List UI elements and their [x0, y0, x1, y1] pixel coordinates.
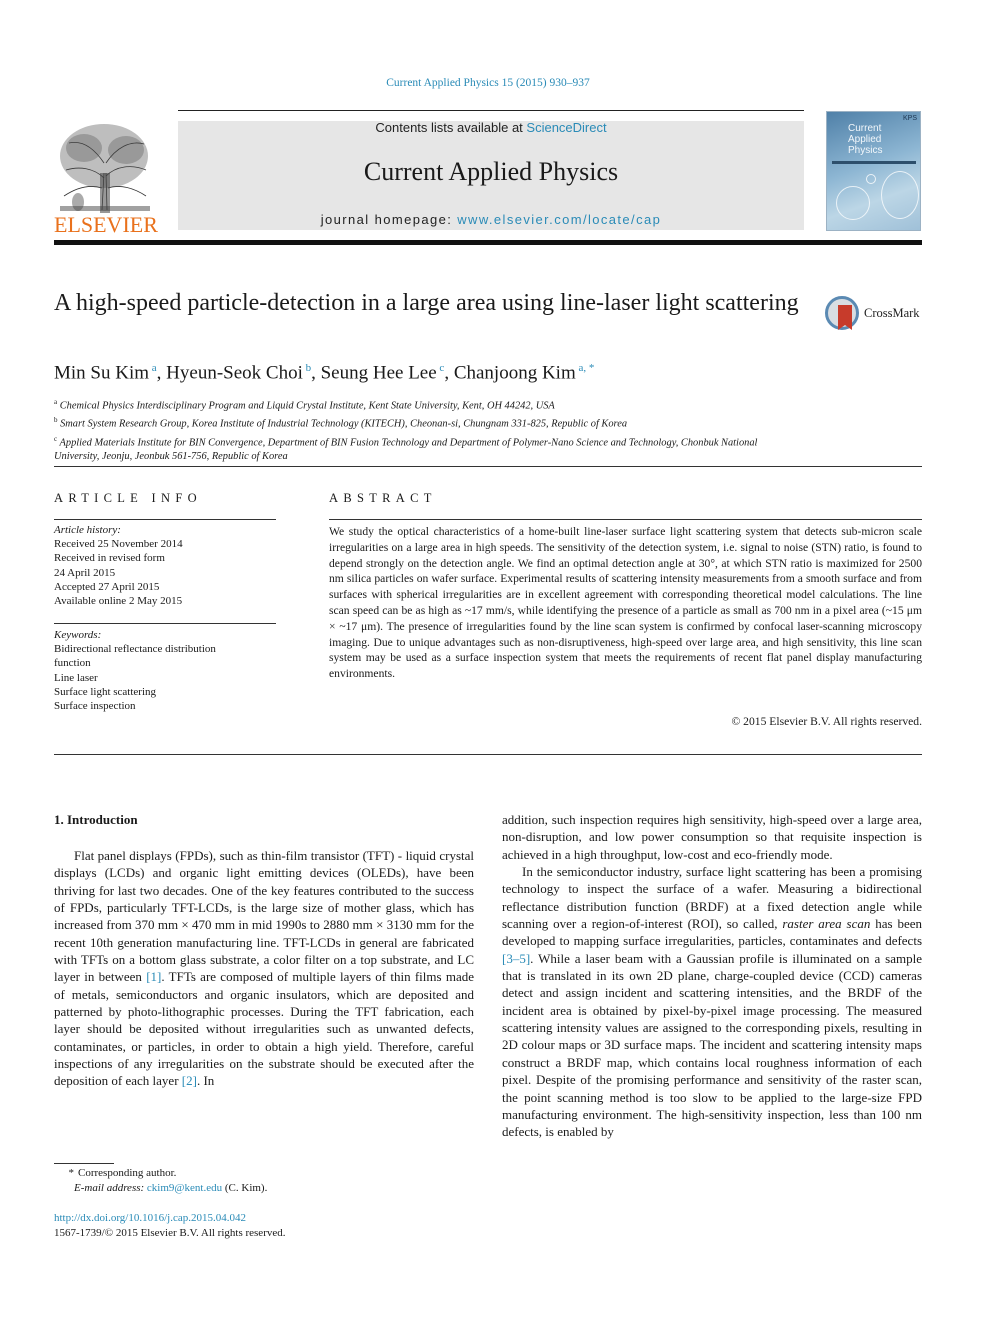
keywords-label: Keywords:: [54, 629, 102, 641]
body-paragraph: Flat panel displays (FPDs), such as thin…: [54, 848, 474, 1089]
body-divider: [54, 754, 922, 755]
email-note: E-mail address: ckim9@kent.edu (C. Kim).: [74, 1182, 268, 1194]
keyword-item: Surface inspection: [54, 700, 136, 713]
journal-homepage-line: journal homepage: www.elsevier.com/locat…: [178, 212, 804, 227]
keywords-divider: [54, 623, 276, 624]
issn-copyright: 1567-1739/© 2015 Elsevier B.V. All right…: [54, 1227, 286, 1239]
doi-block: http://dx.doi.org/10.1016/j.cap.2015.04.…: [54, 1211, 474, 1241]
article-info-divider: [54, 519, 276, 520]
footnotes: * Corresponding author. E-mail address: c…: [54, 1166, 474, 1196]
cover-bubble-decoration: [836, 186, 870, 220]
author-name[interactable]: Seung Hee Lee: [321, 362, 437, 383]
journal-cover-image[interactable]: KPS Current Applied Physics: [826, 111, 921, 231]
contents-available-line: Contents lists available at ScienceDirec…: [178, 120, 804, 135]
cover-bubble-decoration: [881, 171, 919, 219]
keyword-item: Surface light scattering: [54, 685, 157, 698]
affiliations: a Chemical Physics Interdisciplinary Pro…: [54, 395, 924, 464]
history-item: Available online 2 May 2015: [54, 595, 183, 608]
body-column-left: Flat panel displays (FPDs), such as thin…: [54, 847, 474, 1090]
author-separator: ,: [156, 362, 167, 384]
history-item: Received in revised form: [54, 552, 165, 565]
reference-link[interactable]: [2]: [182, 1073, 197, 1088]
affiliation-item: a Chemical Physics Interdisciplinary Pro…: [54, 398, 555, 412]
abstract-heading: ABSTRACT: [329, 491, 437, 505]
abstract-divider: [329, 519, 922, 520]
body-paragraph: In the semiconductor industry, surface l…: [502, 864, 922, 1140]
author-list: Min Su Kim a, Hyeun-Seok Choi b, Seung H…: [54, 362, 594, 384]
keywords: Keywords: Bidirectional reflectance dist…: [54, 628, 279, 713]
header-thick-divider: [54, 240, 922, 245]
corresponding-author-note: * Corresponding author.: [68, 1167, 177, 1179]
abstract-copyright: © 2015 Elsevier B.V. All rights reserved…: [731, 715, 922, 728]
journal-homepage-link[interactable]: www.elsevier.com/locate/cap: [457, 212, 661, 227]
body-paragraph: addition, such inspection requires high …: [502, 812, 922, 862]
affiliation-divider: [54, 466, 922, 467]
cover-title-line: Current: [848, 123, 882, 134]
body-column-right: addition, such inspection requires high …: [502, 811, 922, 1141]
cover-title: Current Applied Physics: [848, 123, 882, 156]
article-info-heading: ARTICLE INFO: [54, 491, 202, 505]
abstract-text: We study the optical characteristics of …: [329, 525, 922, 681]
emphasis-term: raster area scan: [782, 916, 871, 932]
email-link[interactable]: ckim9@kent.edu: [147, 1182, 222, 1194]
author-name[interactable]: Chanjoong Kim: [454, 362, 576, 383]
crossmark-button[interactable]: CrossMark: [825, 296, 925, 336]
footnote-divider: [54, 1163, 114, 1164]
journal-name: Current Applied Physics: [363, 157, 619, 186]
section-heading-introduction: 1. Introduction: [54, 812, 138, 827]
journal-citation-link[interactable]: Current Applied Physics 15 (2015) 930–93…: [0, 77, 976, 89]
history-item: Accepted 27 April 2015: [54, 580, 160, 593]
keyword-item: Line laser: [54, 671, 98, 684]
elsevier-wordmark: ELSEVIER: [54, 212, 158, 237]
affiliation-item: b Smart System Research Group, Korea Ins…: [54, 416, 628, 430]
cover-title-line: Physics: [848, 145, 883, 156]
crossmark-icon: [825, 296, 859, 330]
history-item: 24 April 2015: [54, 566, 116, 579]
doi-link[interactable]: http://dx.doi.org/10.1016/j.cap.2015.04.…: [54, 1212, 246, 1224]
article-history: Article history: Received 25 November 20…: [54, 523, 279, 608]
affiliation-ref[interactable]: a, *: [578, 362, 594, 374]
article-history-label: Article history:: [54, 524, 121, 536]
cover-subtitle-band: [832, 161, 916, 164]
author-separator: ,: [444, 362, 454, 384]
cover-title-line: Applied: [848, 134, 882, 145]
sciencedirect-link[interactable]: ScienceDirect: [526, 120, 606, 135]
author-name[interactable]: Min Su Kim: [54, 362, 149, 383]
author-name[interactable]: Hyeun-Seok Choi: [166, 362, 303, 383]
keyword-item: Bidirectional reflectance distribution f…: [54, 643, 216, 670]
reference-link[interactable]: [1]: [146, 969, 161, 984]
kps-badge: KPS: [902, 115, 917, 122]
history-item: Received 25 November 2014: [54, 538, 183, 551]
homepage-prefix: journal homepage:: [320, 212, 458, 227]
contents-prefix: Contents lists available at: [375, 120, 527, 135]
crossmark-label: CrossMark: [864, 306, 920, 320]
author-separator: ,: [311, 362, 321, 384]
reference-link[interactable]: [3–5]: [502, 951, 530, 966]
cover-bubble-decoration: [866, 174, 876, 184]
article-title: A high-speed particle-detection in a lar…: [54, 290, 799, 316]
affiliation-item: c Applied Materials Institute for BIN Co…: [54, 434, 758, 463]
header-top-divider: [178, 110, 804, 111]
